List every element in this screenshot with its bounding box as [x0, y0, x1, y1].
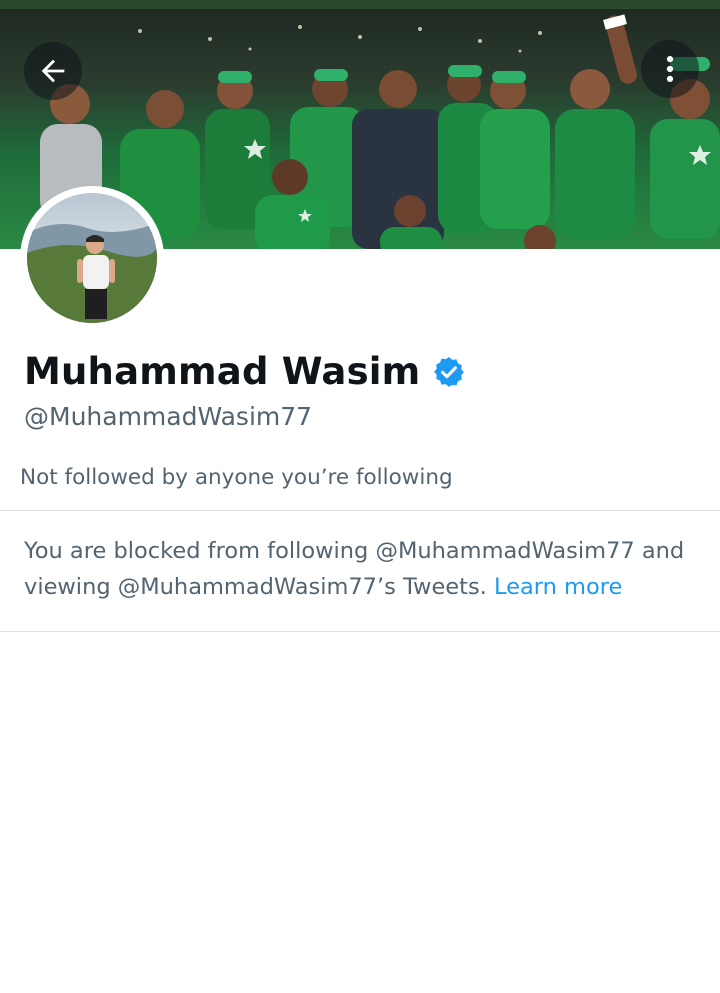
avatar-ring[interactable] — [20, 186, 164, 330]
top-color-strip — [0, 0, 720, 9]
divider-bottom — [0, 631, 720, 632]
name-row: Muhammad Wasim — [24, 350, 466, 393]
divider-top — [0, 510, 720, 511]
display-name: Muhammad Wasim — [24, 350, 421, 393]
verified-badge-icon — [434, 356, 465, 387]
user-handle: @MuhammadWasim77 — [24, 402, 313, 431]
back-button[interactable] — [24, 42, 82, 100]
blocked-notice: You are blocked from following @Muhammad… — [24, 533, 704, 605]
more-vertical-icon — [666, 55, 674, 83]
arrow-left-icon — [41, 59, 65, 83]
followers-you-know-note: Not followed by anyone you’re following — [20, 465, 453, 490]
profile-page: Muhammad Wasim @MuhammadWasim77 Not foll… — [0, 0, 720, 993]
avatar-photo — [27, 223, 157, 323]
learn-more-link[interactable]: Learn more — [494, 574, 622, 600]
avatar[interactable] — [27, 193, 157, 323]
more-options-button[interactable] — [641, 40, 699, 98]
